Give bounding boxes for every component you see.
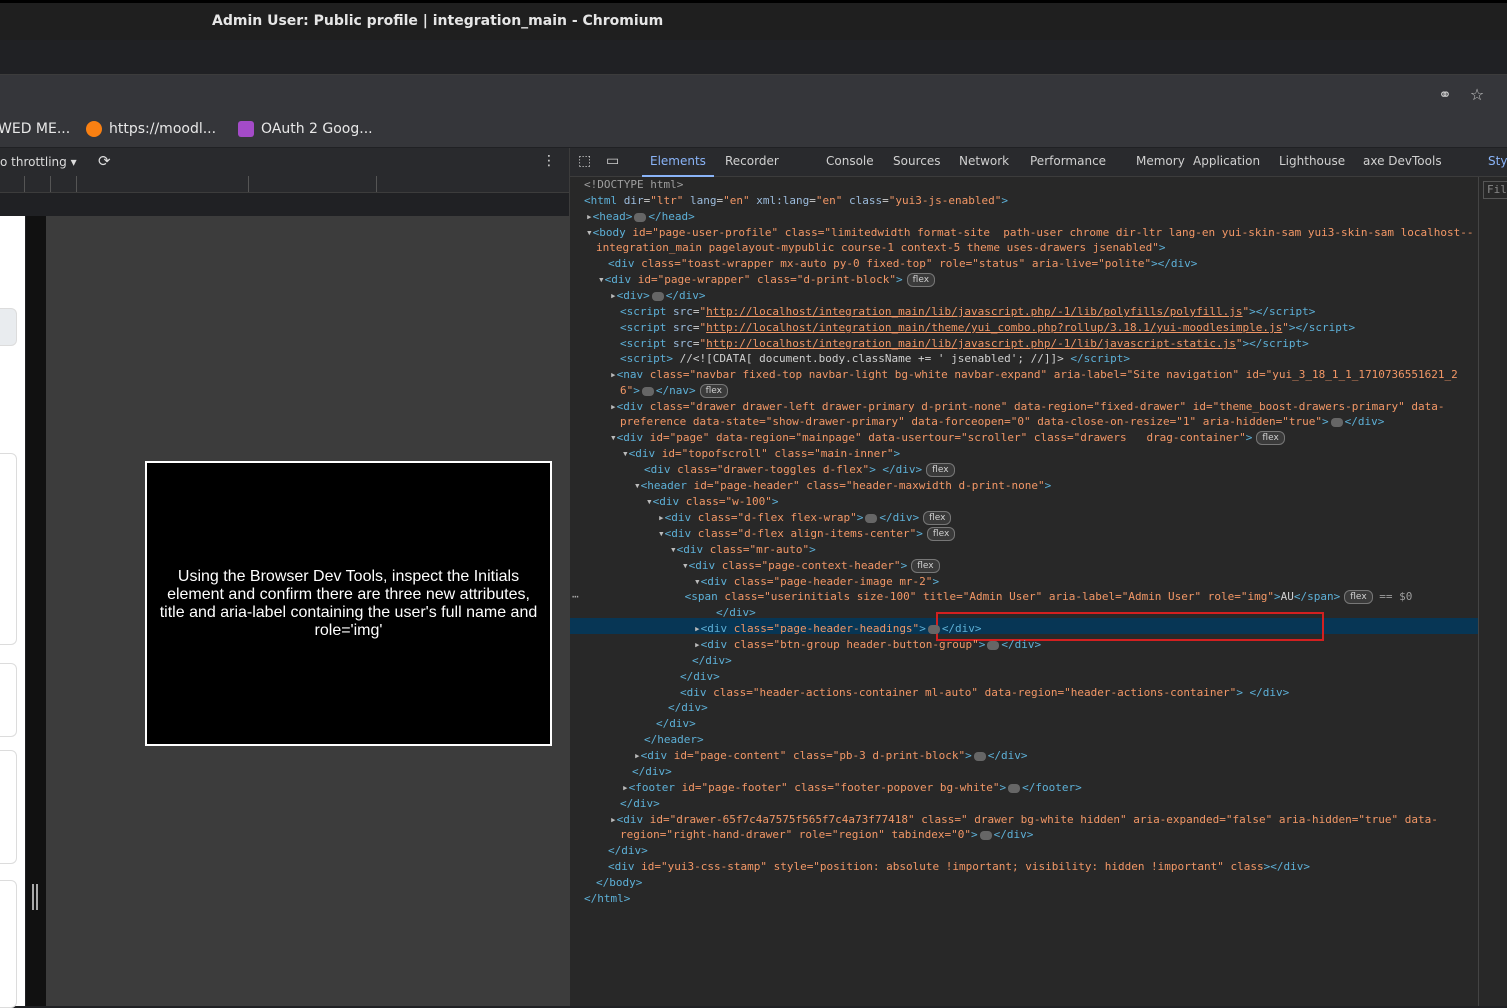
tab-console[interactable]: Console bbox=[826, 154, 874, 168]
dom-line-head[interactable]: ▸<head> </head> bbox=[586, 209, 695, 225]
rotate-icon[interactable]: ⟳ bbox=[98, 152, 111, 170]
page-button[interactable] bbox=[0, 308, 17, 346]
bookmark-label: https://moodl... bbox=[109, 121, 217, 137]
dom-line-body-cont[interactable]: integration_main pagelayout-mypublic cou… bbox=[596, 240, 1166, 256]
dom-line-close-div[interactable]: </div> bbox=[656, 716, 696, 732]
styles-pane: Filt bbox=[1478, 177, 1507, 1006]
dom-line-toast[interactable]: <div class="toast-wrapper mx-auto py-0 f… bbox=[608, 256, 1197, 272]
dom-line-close-div[interactable]: </div> bbox=[716, 605, 756, 621]
resize-handle[interactable] bbox=[32, 884, 38, 910]
dom-line-topofscroll[interactable]: ▾<div id="topofscroll" class="main-inner… bbox=[622, 446, 900, 462]
dom-line-nav-cont[interactable]: 6"> </nav> flex bbox=[620, 383, 728, 399]
bookmark-star-icon[interactable]: ☆ bbox=[1467, 85, 1487, 105]
tab-axe-devtools[interactable]: axe DevTools bbox=[1363, 154, 1442, 168]
device-toolbar: o throttling ▾ ⟳ ⋮ bbox=[0, 148, 569, 177]
page-card bbox=[0, 750, 17, 864]
bookmark-label: WED ME... bbox=[0, 121, 71, 137]
devtools-panel: ⬚ ▭ Elements Recorder Console Sources Ne… bbox=[569, 148, 1507, 1006]
dom-line-html[interactable]: <html dir="ltr" lang="en" xml:lang="en" … bbox=[584, 193, 1008, 209]
dom-line-doctype[interactable]: <!DOCTYPE html> bbox=[584, 177, 683, 193]
dom-line-mr-auto[interactable]: ▾<div class="mr-auto"> bbox=[670, 542, 816, 558]
instruction-overlay: Using the Browser Dev Tools, inspect the… bbox=[145, 461, 552, 746]
page-card bbox=[0, 880, 17, 1008]
page-card bbox=[0, 453, 17, 645]
dom-line-close-div[interactable]: </div> bbox=[620, 796, 660, 812]
tab-network[interactable]: Network bbox=[959, 154, 1009, 168]
elements-dom-tree: <!DOCTYPE html> <html dir="ltr" lang="en… bbox=[570, 177, 1478, 1006]
dom-line-page-wrapper[interactable]: ▾<div id="page-wrapper" class="d-print-b… bbox=[598, 272, 936, 288]
tab-lighthouse[interactable]: Lighthouse bbox=[1279, 154, 1345, 168]
oauth-favicon-icon bbox=[238, 121, 254, 137]
tab-elements[interactable]: Elements bbox=[642, 154, 714, 177]
dom-line-body[interactable]: ▾<body id="page-user-profile" class="lim… bbox=[586, 225, 1473, 241]
inspect-element-icon[interactable]: ⬚ bbox=[578, 153, 591, 169]
throttling-dropdown[interactable]: o throttling ▾ bbox=[0, 155, 77, 169]
dom-line-css-stamp[interactable]: <div id="yui3-css-stamp" style="position… bbox=[608, 859, 1310, 875]
dom-line-close-div[interactable]: </div> bbox=[692, 653, 732, 669]
caret-down-icon: ▾ bbox=[70, 155, 77, 169]
dom-line-align-center[interactable]: ▾<div class="d-flex align-items-center">… bbox=[658, 526, 956, 542]
dom-line-drawer-toggles[interactable]: <div class="drawer-toggles d-flex"> </di… bbox=[644, 462, 955, 478]
dom-line-script-2[interactable]: <script src="http://localhost/integratio… bbox=[620, 320, 1355, 336]
moodle-favicon-icon bbox=[86, 121, 102, 137]
instruction-text: Using the Browser Dev Tools, inspect the… bbox=[159, 567, 538, 639]
throttling-label: o throttling bbox=[0, 155, 67, 169]
dom-line-context-header[interactable]: ▾<div class="page-context-header"> flex bbox=[682, 558, 940, 574]
bookmarks-bar: WED ME... https://moodl... OAuth 2 Goog.… bbox=[0, 115, 1507, 147]
tab-memory[interactable]: Memory bbox=[1136, 154, 1185, 168]
dom-line-div[interactable]: ▸<div> </div> bbox=[610, 288, 706, 304]
dom-line-close-header[interactable]: </header> bbox=[644, 732, 704, 748]
dom-line-close-div[interactable]: </div> bbox=[668, 700, 708, 716]
dom-line-flexwrap[interactable]: ▸<div class="d-flex flex-wrap"> </div> fle… bbox=[658, 510, 952, 526]
dom-line-header-image[interactable]: ▾<div class="page-header-image mr-2"> bbox=[694, 574, 939, 590]
window-titlebar: Admin User: Public profile | integration… bbox=[0, 0, 1507, 40]
dom-line-page[interactable]: ▾<div id="page" data-region="mainpage" d… bbox=[610, 430, 1285, 446]
dom-line-w100[interactable]: ▾<div class="w-100"> bbox=[646, 494, 778, 510]
window-title: Admin User: Public profile | integration… bbox=[212, 13, 664, 29]
device-toggle-icon[interactable]: ▭ bbox=[606, 153, 619, 169]
dom-line-close-div[interactable]: </div> bbox=[632, 764, 672, 780]
dom-line-script-4[interactable]: <script> //<![CDATA[ document.body.class… bbox=[620, 351, 1130, 367]
dom-line-page-header[interactable]: ▾<header id="page-header" class="header-… bbox=[634, 478, 1051, 494]
dom-line-drawer-right[interactable]: ▸<div id="drawer-65f7c4a7575f565f7c4a73f… bbox=[610, 812, 1438, 828]
dom-line-span-selected[interactable]: ⋯ <span class="userinitials size-100" ti… bbox=[572, 589, 1412, 605]
dom-line-header-actions[interactable]: <div class="header-actions-container ml-… bbox=[680, 685, 1289, 701]
tab-performance[interactable]: Performance bbox=[1030, 154, 1106, 168]
devtools-tabbar: ⬚ ▭ Elements Recorder Console Sources Ne… bbox=[570, 148, 1507, 177]
more-options-icon[interactable]: ⋮ bbox=[542, 153, 556, 169]
dom-line-script-3[interactable]: <script src="http://localhost/integratio… bbox=[620, 336, 1309, 352]
dom-line-drawer-right-cont[interactable]: region="right-hand-drawer" role="region"… bbox=[620, 827, 1033, 843]
styles-filter-input[interactable]: Filt bbox=[1483, 181, 1507, 199]
tab-recorder[interactable]: Recorder bbox=[725, 154, 779, 168]
dom-line-btn-group[interactable]: ▸<div class="btn-group header-button-gro… bbox=[694, 637, 1041, 653]
page-card bbox=[0, 663, 17, 737]
dom-line-close-body[interactable]: </body> bbox=[596, 875, 642, 891]
dom-line-header-headings[interactable]: ▸<div class="page-header-headings"> </div… bbox=[694, 621, 982, 637]
dom-line-drawer[interactable]: ▸<div class="drawer drawer-left drawer-p… bbox=[610, 399, 1444, 415]
tab-strip bbox=[0, 40, 1507, 75]
address-bar: ⚭ ☆ bbox=[0, 75, 1507, 115]
bookmark-label: OAuth 2 Goog... bbox=[261, 121, 373, 137]
tab-styles[interactable]: Styl bbox=[1488, 154, 1507, 168]
bookmark-item[interactable]: OAuth 2 Goog... bbox=[238, 121, 373, 137]
dom-line-close-div[interactable]: </div> bbox=[608, 843, 648, 859]
media-query-ruler[interactable] bbox=[0, 176, 569, 193]
share-icon[interactable]: ⚭ bbox=[1435, 85, 1455, 105]
dom-line-drawer-cont[interactable]: preference data-state="show-drawer-prima… bbox=[620, 414, 1384, 430]
tab-sources[interactable]: Sources bbox=[893, 154, 940, 168]
dom-line-footer[interactable]: ▸<footer id="page-footer" class="footer-… bbox=[622, 780, 1082, 796]
dom-line-close-div[interactable]: </div> bbox=[680, 669, 720, 685]
dom-line-close-html[interactable]: </html> bbox=[584, 891, 630, 907]
dom-line-page-content[interactable]: ▸<div id="page-content" class="pb-3 d-pr… bbox=[634, 748, 1028, 764]
bookmark-item[interactable]: https://moodl... bbox=[86, 121, 216, 137]
dom-line-nav[interactable]: ▸<nav class="navbar fixed-top navbar-lig… bbox=[610, 367, 1458, 383]
dom-line-script-1[interactable]: <script src="http://localhost/integratio… bbox=[620, 304, 1315, 320]
tab-application[interactable]: Application bbox=[1193, 154, 1260, 168]
bookmark-item[interactable]: WED ME... bbox=[0, 121, 70, 137]
